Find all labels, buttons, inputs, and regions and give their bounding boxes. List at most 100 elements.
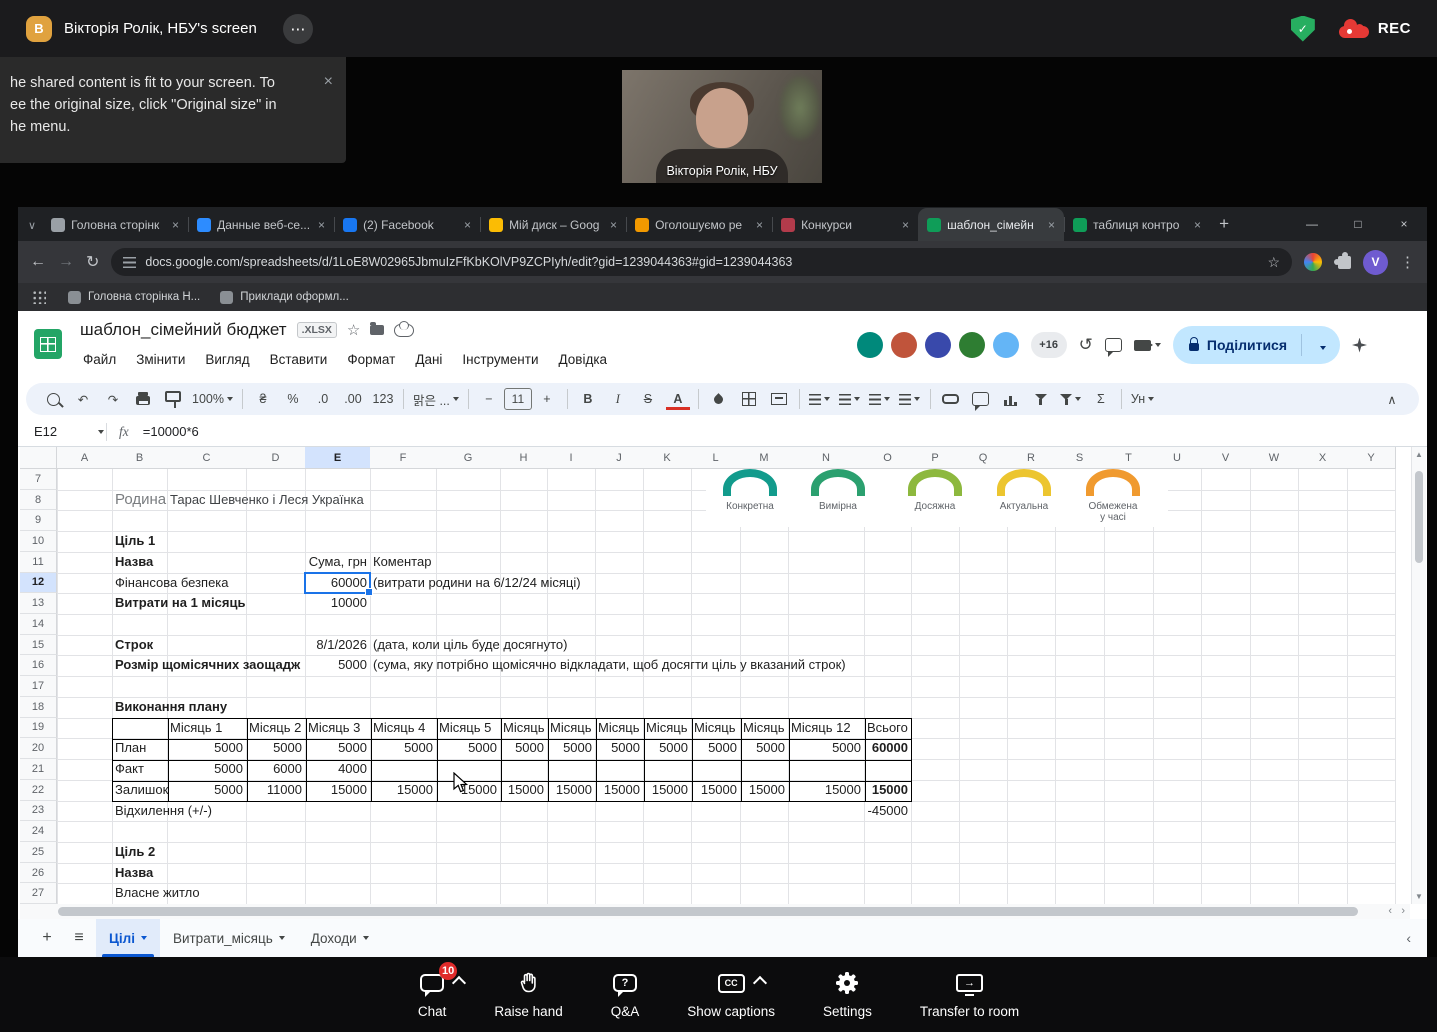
cell-C8[interactable]: Тарас Шевченко і Леся Українка: [167, 490, 246, 511]
column-header-W[interactable]: W: [1250, 447, 1299, 469]
cell-E19[interactable]: Місяць 3: [305, 718, 370, 739]
column-header-N[interactable]: N: [788, 447, 865, 469]
add-sheet-button[interactable]: +: [32, 923, 62, 953]
cell-H19[interactable]: Місяць: [500, 718, 547, 739]
name-box[interactable]: E12: [18, 424, 104, 439]
cell-E21[interactable]: 4000: [305, 759, 370, 780]
menu-item[interactable]: Файл: [74, 349, 125, 370]
row-header-27[interactable]: 27: [20, 883, 57, 904]
presence-avatar[interactable]: [959, 332, 985, 358]
cell-C21[interactable]: 5000: [167, 759, 246, 780]
cell-B26[interactable]: Назва: [112, 863, 167, 884]
cell-E11[interactable]: Сума, грн: [305, 552, 370, 573]
insert-link-button[interactable]: [936, 387, 966, 411]
cell-F12[interactable]: (витрати родини на 6/12/24 місяці): [370, 573, 436, 594]
sheet-tab[interactable]: Цілі: [96, 919, 160, 957]
cell-N22[interactable]: 15000: [788, 780, 864, 801]
sheet-tab-menu-icon[interactable]: [279, 936, 285, 940]
browser-tab[interactable]: Данные веб-се...×: [188, 208, 334, 241]
row-header-24[interactable]: 24: [20, 821, 57, 842]
window-maximize-button[interactable]: □: [1335, 207, 1381, 241]
paint-format-button[interactable]: [158, 387, 188, 411]
filter-views-button[interactable]: [1056, 387, 1086, 411]
currency-format-button[interactable]: ₴: [248, 387, 278, 411]
cell-B25[interactable]: Ціль 2: [112, 842, 167, 863]
cell-B13[interactable]: Витрати на 1 місяць: [112, 593, 167, 614]
browser-profile-avatar[interactable]: V: [1363, 250, 1388, 275]
sheet-tab-menu-icon[interactable]: [141, 936, 147, 940]
extra-tool-button[interactable]: Ун: [1127, 387, 1158, 411]
cell-C19[interactable]: Місяць 1: [167, 718, 246, 739]
column-header-K[interactable]: K: [643, 447, 692, 469]
italic-button[interactable]: I: [603, 387, 633, 411]
cell-B12[interactable]: Фінансова безпека: [112, 573, 167, 594]
font-select[interactable]: 맑은 ...: [409, 387, 463, 411]
column-header-Y[interactable]: Y: [1347, 447, 1396, 469]
menu-item[interactable]: Вставити: [261, 349, 337, 370]
row-header-9[interactable]: 9: [20, 510, 57, 531]
settings-button[interactable]: Settings: [823, 970, 872, 1019]
tab-close-icon[interactable]: ×: [756, 218, 763, 232]
increase-decimal-button[interactable]: .00: [338, 387, 368, 411]
new-tab-button[interactable]: +: [1219, 214, 1229, 234]
column-header-O[interactable]: O: [864, 447, 912, 469]
browser-tab[interactable]: Головна сторінк×: [42, 208, 188, 241]
horizontal-align-button[interactable]: [805, 387, 835, 411]
bookmark-star-icon[interactable]: ☆: [1267, 254, 1280, 271]
row-header-17[interactable]: 17: [20, 676, 57, 697]
functions-button[interactable]: Σ: [1086, 387, 1116, 411]
cell-D20[interactable]: 5000: [246, 738, 305, 759]
scroll-down-icon[interactable]: ▼: [1412, 892, 1426, 901]
gemini-sparkle-icon[interactable]: [1352, 338, 1367, 353]
strikethrough-button[interactable]: S: [633, 387, 663, 411]
comments-icon[interactable]: [1105, 338, 1122, 352]
more-options-button[interactable]: ⋯: [283, 14, 313, 44]
cell-F11[interactable]: Коментар: [370, 552, 436, 573]
column-header-S[interactable]: S: [1055, 447, 1105, 469]
menu-item[interactable]: Інструменти: [453, 349, 547, 370]
undo-button[interactable]: ↶: [68, 387, 98, 411]
column-header-X[interactable]: X: [1298, 447, 1348, 469]
row-header-16[interactable]: 16: [20, 655, 57, 676]
chat-chevron-icon[interactable]: [452, 976, 466, 990]
row-header-10[interactable]: 10: [20, 531, 57, 552]
cell-J22[interactable]: 15000: [595, 780, 643, 801]
transfer-to-room-button[interactable]: → Transfer to room: [920, 970, 1019, 1019]
sheet-tab[interactable]: Доходи: [298, 919, 382, 957]
cell-E13[interactable]: 10000: [305, 593, 370, 614]
row-header-7[interactable]: 7: [20, 469, 57, 490]
cell-O23[interactable]: -45000: [864, 801, 911, 822]
cell-G20[interactable]: 5000: [436, 738, 500, 759]
cell-F22[interactable]: 15000: [370, 780, 436, 801]
tab-close-icon[interactable]: ×: [1048, 218, 1055, 232]
column-header-B[interactable]: B: [112, 447, 168, 469]
forward-button[interactable]: →: [58, 253, 74, 271]
cell-I20[interactable]: 5000: [547, 738, 595, 759]
cell-K22[interactable]: 15000: [643, 780, 691, 801]
cell-B23[interactable]: Відхилення (+/-): [112, 801, 167, 822]
scroll-left-icon[interactable]: ‹: [1388, 904, 1392, 919]
row-header-20[interactable]: 20: [20, 738, 57, 759]
presence-overflow[interactable]: +16: [1031, 332, 1067, 358]
cell-C22[interactable]: 5000: [167, 780, 246, 801]
vertical-align-button[interactable]: [835, 387, 865, 411]
redo-button[interactable]: ↷: [98, 387, 128, 411]
column-header-R[interactable]: R: [1007, 447, 1056, 469]
browser-tab[interactable]: Конкурси×: [772, 208, 918, 241]
column-header-J[interactable]: J: [595, 447, 644, 469]
cell-M19[interactable]: Місяць: [740, 718, 788, 739]
cell-H22[interactable]: 15000: [500, 780, 547, 801]
cell-B18[interactable]: Виконання плану: [112, 697, 167, 718]
site-settings-icon[interactable]: [123, 257, 136, 268]
text-wrap-button[interactable]: [865, 387, 895, 411]
all-sheets-button[interactable]: ≡: [64, 923, 94, 953]
cell-C20[interactable]: 5000: [167, 738, 246, 759]
menu-item[interactable]: Вигляд: [196, 349, 258, 370]
browser-tab[interactable]: (2) Facebook×: [334, 208, 480, 241]
window-close-button[interactable]: ×: [1381, 207, 1427, 241]
formula-input[interactable]: =10000*6: [143, 424, 199, 439]
column-header-D[interactable]: D: [246, 447, 306, 469]
browser-tab[interactable]: шаблон_сімейн×: [918, 208, 1064, 241]
scroll-up-icon[interactable]: ▲: [1412, 450, 1426, 459]
cell-M20[interactable]: 5000: [740, 738, 788, 759]
